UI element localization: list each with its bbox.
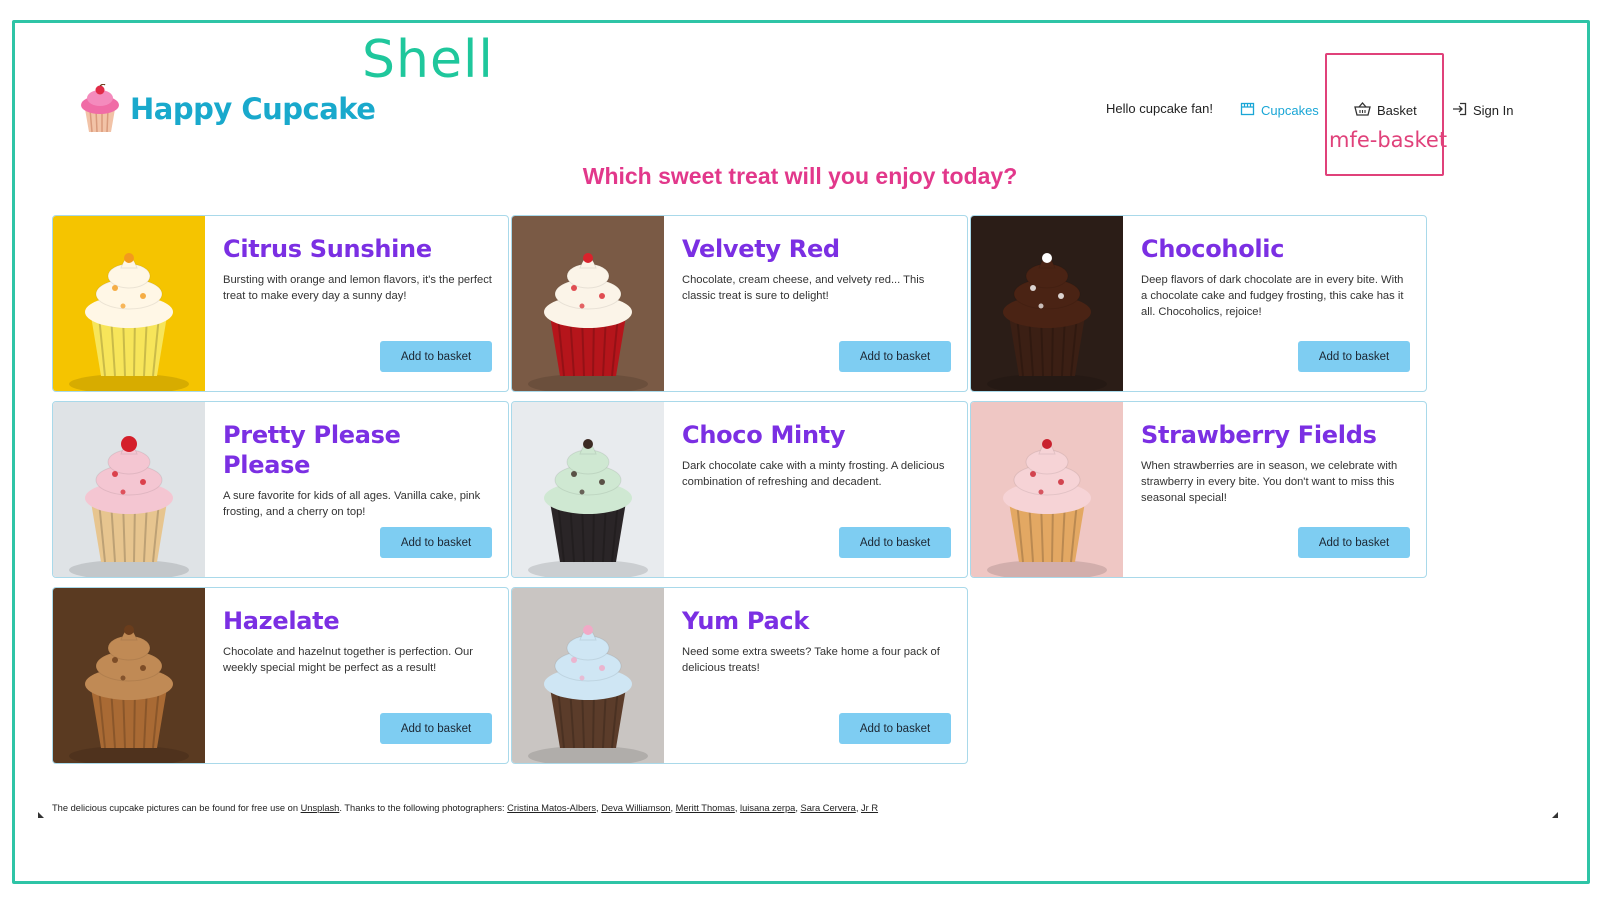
product-title: Pretty Please Please xyxy=(223,421,401,479)
card-body: Citrus Sunshine Bursting with orange and… xyxy=(205,216,508,391)
product-description: Chocolate and hazelnut together is perfe… xyxy=(223,646,474,674)
product-description: Bursting with orange and lemon flavors, … xyxy=(223,274,492,302)
shell-label: Shell xyxy=(362,30,494,90)
product-description: Need some extra sweets? Take home a four… xyxy=(682,646,940,674)
cupcake-photo xyxy=(53,216,205,391)
photographer-link[interactable]: luisana zerpa xyxy=(740,803,795,813)
nav-sign-in-link[interactable]: Sign In xyxy=(1452,98,1513,122)
product-description: Deep flavors of dark chocolate are in ev… xyxy=(1141,274,1404,318)
photographer-link[interactable]: Jr R xyxy=(861,803,878,813)
page-headline: Which sweet treat will you enjoy today? xyxy=(582,163,1018,189)
product-description: When strawberries are in season, we cele… xyxy=(1141,460,1398,504)
product-title: Chocoholic xyxy=(1141,235,1285,263)
add-to-basket-button[interactable]: Add to basket xyxy=(839,527,951,558)
shop-icon xyxy=(1240,102,1255,119)
card-body: Yum Pack Need some extra sweets? Take ho… xyxy=(664,588,967,763)
card-body: Hazelate Chocolate and hazelnut together… xyxy=(205,588,508,763)
add-to-basket-button[interactable]: Add to basket xyxy=(839,713,951,744)
product-card: Hazelate Chocolate and hazelnut together… xyxy=(52,587,509,764)
cupcake-photo xyxy=(512,588,664,763)
product-card: Strawberry Fields When strawberries are … xyxy=(970,401,1427,578)
nav-sign-in-label: Sign In xyxy=(1473,102,1514,118)
product-title: Choco Minty xyxy=(682,421,846,449)
photo-credits: The delicious cupcake pictures can be fo… xyxy=(52,803,878,813)
cupcake-photo xyxy=(53,588,205,763)
cupcake-photo xyxy=(971,216,1123,391)
card-body: Pretty Please Please A sure favorite for… xyxy=(205,402,508,577)
card-body: Strawberry Fields When strawberries are … xyxy=(1123,402,1426,577)
photographer-link[interactable]: Sara Cervera xyxy=(801,803,856,813)
cupcake-photo xyxy=(512,402,664,577)
sign-in-icon xyxy=(1452,102,1467,119)
product-title: Strawberry Fields xyxy=(1141,421,1377,449)
product-description: Chocolate, cream cheese, and velvety red… xyxy=(682,274,925,302)
photographer-link[interactable]: Meritt Thomas xyxy=(676,803,735,813)
add-to-basket-button[interactable]: Add to basket xyxy=(839,341,951,372)
mfe-basket-box xyxy=(1325,53,1444,176)
add-to-basket-button[interactable]: Add to basket xyxy=(380,341,492,372)
product-card: Yum Pack Need some extra sweets? Take ho… xyxy=(511,587,968,764)
product-description: Dark chocolate cake with a minty frostin… xyxy=(682,460,945,488)
card-body: Chocoholic Deep flavors of dark chocolat… xyxy=(1123,216,1426,391)
photographer-link[interactable]: Deva Williamson xyxy=(601,803,670,813)
mfe-basket-label: mfe-basket xyxy=(1329,128,1448,152)
card-body: Choco Minty Dark chocolate cake with a m… xyxy=(664,402,967,577)
product-title: Yum Pack xyxy=(682,607,810,635)
product-card: Choco Minty Dark chocolate cake with a m… xyxy=(511,401,968,578)
product-card: Pretty Please Please A sure favorite for… xyxy=(52,401,509,578)
corner-mark-right xyxy=(1552,812,1558,818)
corner-mark-left xyxy=(38,812,44,818)
cupcake-photo xyxy=(53,402,205,577)
add-to-basket-button[interactable]: Add to basket xyxy=(1298,341,1410,372)
add-to-basket-button[interactable]: Add to basket xyxy=(380,527,492,558)
credits-prefix: The delicious cupcake pictures can be fo… xyxy=(52,803,298,813)
product-title: Hazelate xyxy=(223,607,340,635)
photographer-links: Cristina Matos-Albers, Deva Williamson, … xyxy=(507,803,878,813)
product-title: Velvety Red xyxy=(682,235,840,263)
product-title: Citrus Sunshine xyxy=(223,235,432,263)
add-to-basket-button[interactable]: Add to basket xyxy=(380,713,492,744)
nav-cupcakes-label: Cupcakes xyxy=(1261,102,1319,118)
card-body: Velvety Red Chocolate, cream cheese, and… xyxy=(664,216,967,391)
cupcake-photo xyxy=(512,216,664,391)
greeting-text: Hello cupcake fan! xyxy=(1106,101,1213,116)
cupcake-photo xyxy=(971,402,1123,577)
unsplash-link[interactable]: Unsplash xyxy=(301,803,340,813)
product-description: A sure favorite for kids of all ages. Va… xyxy=(223,490,481,518)
nav-cupcakes-link[interactable]: Cupcakes xyxy=(1240,98,1319,122)
product-card: Chocoholic Deep flavors of dark chocolat… xyxy=(970,215,1427,392)
add-to-basket-button[interactable]: Add to basket xyxy=(1298,527,1410,558)
product-card: Citrus Sunshine Bursting with orange and… xyxy=(52,215,509,392)
credits-middle: . Thanks to the following photographers: xyxy=(339,803,505,813)
product-card: Velvety Red Chocolate, cream cheese, and… xyxy=(511,215,968,392)
photographer-link[interactable]: Cristina Matos-Albers xyxy=(507,803,596,813)
